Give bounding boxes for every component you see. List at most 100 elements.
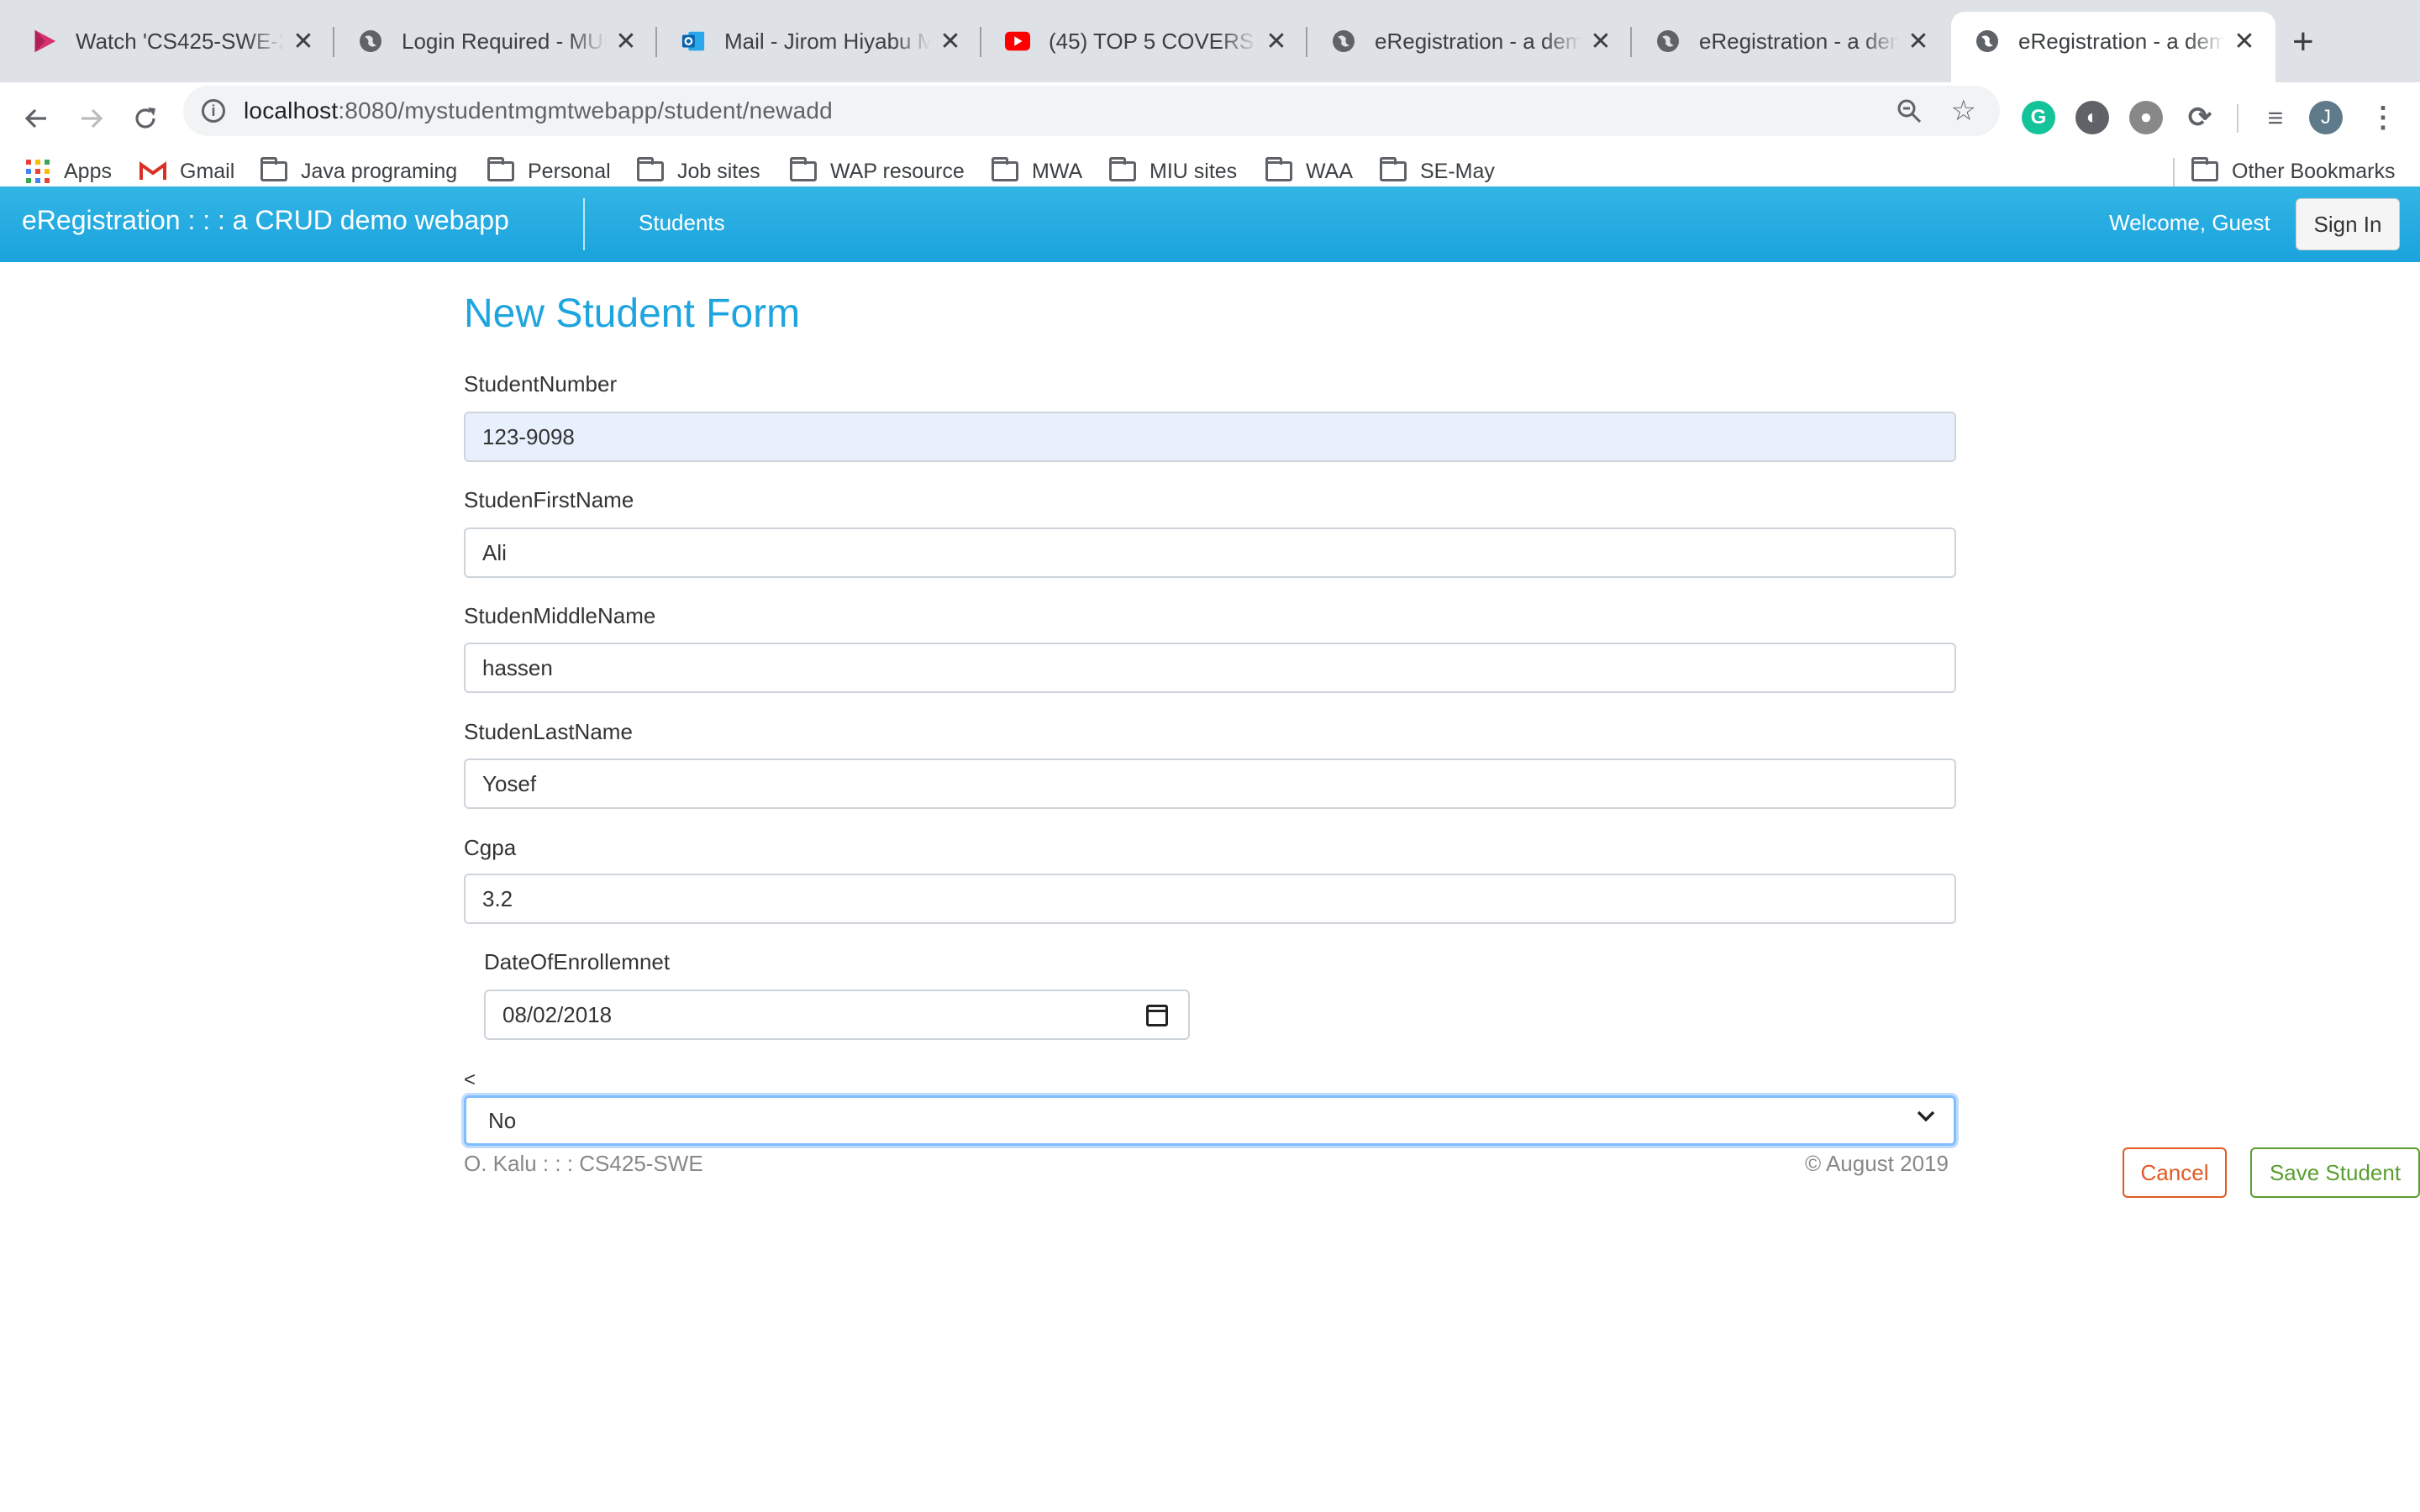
stray-text: <	[464, 1068, 476, 1091]
address-bar[interactable]: i localhost:8080/mystudentmgmtwebapp/stu…	[183, 86, 2000, 136]
close-tab-icon[interactable]: ✕	[1906, 27, 1931, 56]
browser-tab[interactable]: eRegistration - a demo ✕	[1307, 12, 1632, 71]
site-info-icon[interactable]: i	[202, 99, 225, 123]
sign-in-button[interactable]: Sign In	[2296, 198, 2400, 250]
tab-title: eRegistration - a demo	[1699, 28, 1899, 54]
chevron-down-icon	[1915, 1105, 1937, 1133]
bookmark-star-icon[interactable]: ☆	[1951, 94, 1976, 128]
forward-button[interactable]	[74, 101, 109, 136]
extension-circle-icon[interactable]: ●	[2129, 101, 2163, 134]
middle-name-input[interactable]: hassen	[464, 643, 1956, 693]
gmail-icon	[139, 161, 166, 180]
tab-title: eRegistration - a demo	[1375, 28, 1581, 54]
bookmark-label: Gmail	[180, 159, 235, 183]
app-navbar: eRegistration : : : a CRUD demo webapp S…	[0, 186, 2420, 262]
globe-icon	[1975, 29, 2000, 54]
globe-icon	[1331, 29, 1356, 54]
brand-link[interactable]: eRegistration : : : a CRUD demo webapp	[22, 205, 509, 236]
outlook-icon	[681, 29, 706, 54]
browser-tab[interactable]: eRegistration - a demo ✕	[1632, 12, 1949, 71]
bookmark-label: Personal	[528, 159, 611, 183]
close-tab-icon[interactable]: ✕	[613, 27, 639, 56]
first-name-label: StudenFirstName	[464, 487, 634, 512]
zoom-icon[interactable]	[1896, 97, 1923, 131]
new-tab-button[interactable]: +	[2292, 24, 2314, 60]
close-tab-icon[interactable]: ✕	[1264, 27, 1289, 56]
nav-link-students[interactable]: Students	[639, 210, 725, 236]
cgpa-input[interactable]: 3.2	[464, 874, 1956, 924]
globe-icon	[1655, 29, 1681, 54]
navbar-divider	[583, 198, 585, 250]
browser-tab[interactable]: Mail - Jirom Hiyabu Meles ✕	[657, 12, 981, 71]
folder-icon	[487, 157, 514, 181]
date-input[interactable]: 08/02/2018	[484, 990, 1190, 1040]
reload-button[interactable]	[128, 101, 163, 136]
reload-icon	[135, 108, 155, 129]
browser-tab[interactable]: Login Required - MUM ✕	[334, 12, 657, 71]
welcome-text: Welcome, Guest	[2109, 210, 2270, 235]
url-path: :8080/mystudentmgmtwebapp/student/newadd	[338, 97, 833, 123]
calendar-icon[interactable]	[1146, 1005, 1168, 1026]
browser-toolbar: i localhost:8080/mystudentmgmtwebapp/stu…	[0, 82, 2420, 203]
footer-author: O. Kalu : : : CS425-SWE	[464, 1151, 703, 1176]
bookmark-label: Java programing	[301, 159, 458, 183]
url-host: localhost	[244, 97, 339, 123]
browser-tab[interactable]: (45) TOP 5 COVERS OF ✕	[981, 12, 1307, 71]
bookmark-label: Job sites	[677, 159, 760, 183]
bookmark-label: MWA	[1032, 159, 1083, 183]
grammarly-icon[interactable]: G	[2022, 101, 2055, 134]
first-name-input[interactable]: Ali	[464, 528, 1956, 578]
last-name-input[interactable]: Yosef	[464, 759, 1956, 809]
folder-icon	[1265, 157, 1292, 181]
youtube-icon	[1005, 29, 1030, 54]
close-tab-icon[interactable]: ✕	[291, 27, 316, 56]
bookmarks-divider	[2173, 158, 2175, 186]
save-student-button[interactable]: Save Student	[2250, 1147, 2420, 1198]
apps-grid-icon	[26, 160, 50, 183]
close-tab-icon[interactable]: ✕	[2232, 27, 2257, 56]
bookmark-label: WAA	[1306, 159, 1354, 183]
last-name-label: StudenLastName	[464, 719, 633, 744]
cgpa-label: Cgpa	[464, 835, 517, 860]
tab-title: Watch 'CS425-SWE-2019-08B: Lecture'	[76, 28, 284, 54]
url-text: localhost:8080/mystudentmgmtwebapp/stude…	[244, 97, 833, 124]
folder-icon	[260, 157, 287, 181]
back-arrow-icon	[24, 108, 46, 129]
tab-title: (45) TOP 5 COVERS OF	[1049, 28, 1257, 54]
student-number-label: StudentNumber	[464, 371, 618, 396]
folder-icon	[1109, 157, 1136, 181]
browser-tab[interactable]: Watch 'CS425-SWE-2019-08B: Lecture' ✕	[8, 12, 334, 71]
bookmark-label: SE-May	[1420, 159, 1495, 183]
forward-arrow-icon	[82, 108, 103, 129]
folder-icon	[637, 157, 664, 181]
folder-icon	[992, 157, 1018, 181]
tab-title: Mail - Jirom Hiyabu Meles	[724, 28, 931, 54]
menu-kebab-icon[interactable]: ⋮	[2366, 101, 2400, 134]
tab-title: Login Required - MUM	[402, 28, 607, 54]
toolbar-divider	[2237, 104, 2238, 133]
sync-icon[interactable]: ⟳	[2183, 101, 2217, 134]
close-tab-icon[interactable]: ✕	[1588, 27, 1613, 56]
close-tab-icon[interactable]: ✕	[938, 27, 963, 56]
student-number-input[interactable]: 123-9098	[464, 412, 1956, 462]
extension-icon[interactable]: ◐	[2075, 101, 2109, 134]
folder-icon	[790, 157, 817, 181]
date-value: 08/02/2018	[502, 1001, 613, 1027]
select-value: No	[488, 1107, 517, 1133]
play-icon	[32, 29, 57, 54]
media-control-icon[interactable]: ≡	[2259, 101, 2292, 134]
browser-tab-active[interactable]: eRegistration - a demo ✕	[1951, 12, 2275, 82]
bookmark-label: MIU sites	[1150, 159, 1238, 183]
back-button[interactable]	[18, 101, 54, 136]
middle-name-label: StudenMiddleName	[464, 603, 656, 628]
status-select[interactable]: No	[464, 1095, 1956, 1146]
folder-icon	[2191, 157, 2218, 181]
date-label: DateOfEnrollemnet	[484, 949, 671, 974]
folder-icon	[1380, 157, 1407, 181]
globe-icon	[358, 29, 383, 54]
profile-avatar[interactable]: J	[2309, 101, 2343, 134]
bookmark-label: WAP resource	[830, 159, 965, 183]
tab-title: eRegistration - a demo	[2018, 28, 2225, 54]
cancel-button[interactable]: Cancel	[2123, 1147, 2227, 1198]
tab-strip: Watch 'CS425-SWE-2019-08B: Lecture' ✕ Lo…	[0, 0, 2420, 82]
